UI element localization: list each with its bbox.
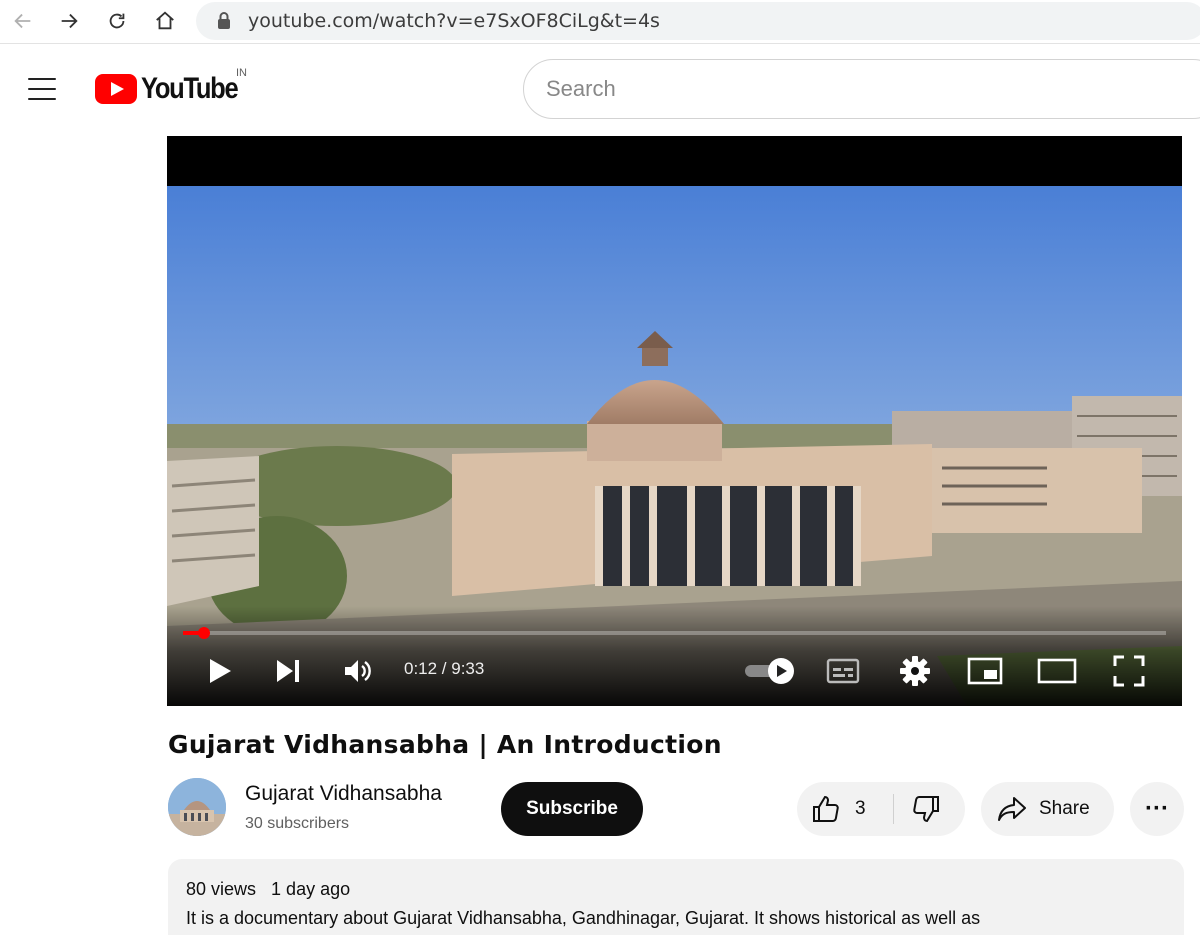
volume-icon[interactable] — [339, 654, 379, 688]
share-label: Share — [1039, 798, 1090, 819]
video-player[interactable]: 0:12 / 9:33 — [167, 136, 1182, 706]
autoplay-toggle[interactable] — [742, 654, 798, 688]
next-icon[interactable] — [271, 654, 305, 688]
more-actions-button[interactable]: ··· — [1130, 782, 1184, 836]
thumbs-up-icon — [813, 795, 839, 822]
url-text: youtube.com/watch?v=e7SxOF8CiLg&t=4s — [248, 10, 660, 32]
description-meta: 80 views 1 day ago — [186, 879, 360, 900]
youtube-header: YouTube IN — [0, 45, 1200, 133]
player-controls: 0:12 / 9:33 — [167, 606, 1182, 706]
subscriber-count: 30 subscribers — [245, 815, 350, 832]
time-display: 0:12 / 9:33 — [404, 659, 485, 678]
settings-icon[interactable] — [895, 654, 935, 688]
view-count: 80 views — [186, 879, 257, 899]
search-box — [523, 59, 1200, 119]
channel-avatar[interactable] — [168, 778, 226, 836]
youtube-play-logo-icon — [95, 74, 137, 104]
like-divider — [893, 794, 894, 824]
miniplayer-icon[interactable] — [965, 654, 1005, 688]
lock-icon — [218, 12, 230, 29]
reload-icon[interactable] — [102, 6, 132, 36]
fullscreen-icon[interactable] — [1109, 654, 1149, 688]
country-code: IN — [236, 67, 247, 79]
like-button[interactable]: 3 — [811, 792, 866, 826]
progress-bar[interactable] — [183, 627, 1166, 639]
forward-arrow-icon[interactable] — [54, 6, 84, 36]
menu-icon[interactable] — [26, 75, 58, 103]
play-icon[interactable] — [203, 654, 237, 688]
share-button[interactable]: Share — [981, 782, 1114, 836]
search-input[interactable] — [546, 74, 1146, 104]
like-count: 3 — [855, 798, 866, 819]
video-title: Gujarat Vidhansabha | An Introduction — [168, 730, 722, 759]
youtube-logo[interactable]: YouTube — [95, 71, 254, 107]
more-dots-icon: ··· — [1145, 795, 1169, 822]
description-box[interactable]: 80 views 1 day ago It is a documentary a… — [168, 859, 1184, 935]
theater-icon[interactable] — [1035, 654, 1079, 688]
subtitles-icon[interactable] — [823, 654, 863, 688]
back-arrow-icon[interactable] — [8, 6, 38, 36]
like-dislike-group: 3 — [797, 782, 965, 836]
home-icon[interactable] — [150, 6, 180, 36]
description-text: It is a documentary about Gujarat Vidhan… — [186, 908, 981, 928]
channel-name[interactable]: Gujarat Vidhansabha — [245, 782, 442, 806]
browser-toolbar: youtube.com/watch?v=e7SxOF8CiLg&t=4s — [0, 0, 1200, 44]
address-bar[interactable]: youtube.com/watch?v=e7SxOF8CiLg&t=4s — [196, 2, 1200, 40]
share-arrow-icon — [998, 797, 1026, 821]
subscribe-button[interactable]: Subscribe — [501, 782, 643, 836]
thumbs-down-icon — [913, 796, 939, 823]
progress-scrubber[interactable] — [197, 627, 210, 639]
dislike-button[interactable] — [909, 792, 943, 826]
logo-text: YouTube — [141, 72, 239, 105]
upload-date: 1 day ago — [271, 879, 351, 899]
